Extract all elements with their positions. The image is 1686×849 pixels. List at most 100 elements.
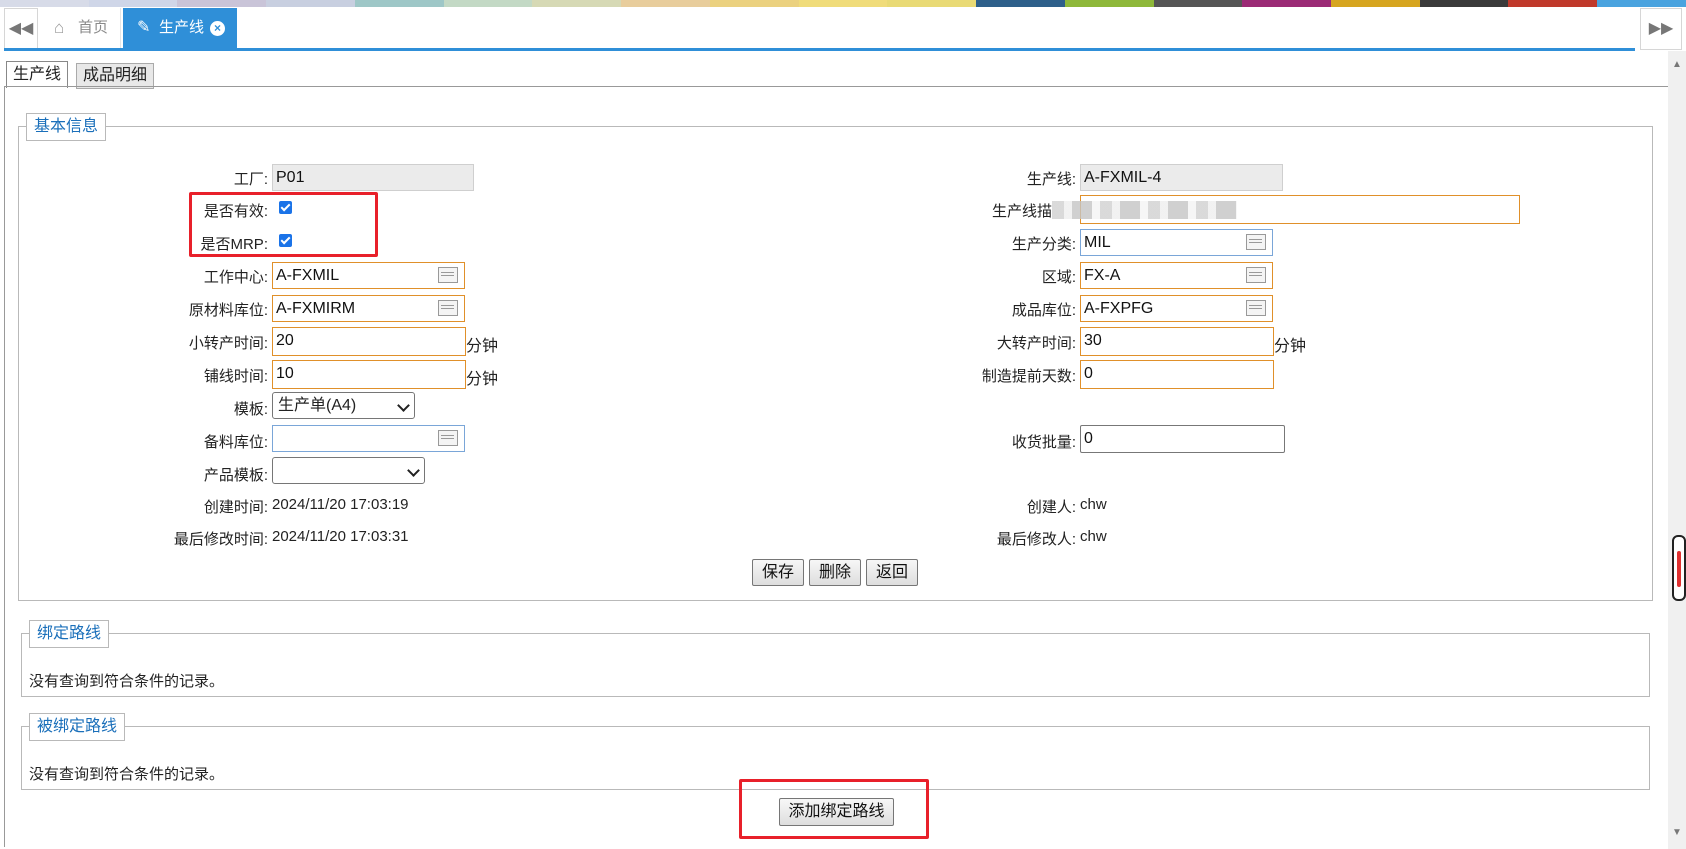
line-time-field[interactable]: 10 (272, 360, 466, 389)
delete-button[interactable]: 删除 (809, 559, 861, 586)
tab-scroll-left-button[interactable]: ◀◀ (4, 8, 38, 50)
color-strip-segment (887, 0, 977, 7)
production-line-field[interactable]: A-FXMIL-4 (1080, 164, 1283, 191)
raw-location-value: A-FXMIRM (276, 300, 356, 317)
factory-field[interactable]: P01 (272, 164, 474, 191)
modifier-value: chw (1080, 528, 1107, 545)
color-strip-segment (443, 0, 533, 7)
lookup-icon[interactable] (1246, 267, 1266, 283)
tab-bar (0, 7, 1686, 51)
lookup-icon[interactable] (1246, 300, 1266, 316)
template-value: 生产单(A4) (278, 397, 357, 414)
subtab-production-line-label: 生产线 (13, 66, 62, 83)
fg-location-value: A-FXPFG (1084, 300, 1154, 317)
category-value: MIL (1084, 234, 1111, 251)
scrollbar-thumb-marker (1677, 551, 1681, 587)
fg-location-field[interactable]: A-FXPFG (1080, 295, 1273, 322)
lookup-icon[interactable] (1246, 234, 1266, 250)
color-strip-segment (1597, 0, 1686, 7)
factory-label: 工厂: (233, 171, 268, 188)
workcenter-label: 工作中心: (203, 269, 268, 286)
workcenter-field[interactable]: A-FXMIL (272, 262, 465, 289)
color-strip-segment (1331, 0, 1420, 7)
lookup-icon[interactable] (438, 300, 458, 316)
creator-label: 创建人: (1026, 499, 1076, 516)
lookup-icon[interactable] (438, 430, 458, 446)
creator-value: chw (1080, 496, 1107, 513)
line-desc-label: 生产线描 (991, 203, 1052, 220)
highlight-box (739, 779, 929, 839)
tab-production-line[interactable]: ✎ 生产线 × (123, 8, 237, 48)
color-strip-segment (1419, 0, 1509, 7)
color-strip-segment (1153, 0, 1243, 7)
color-strip-segment (1508, 0, 1598, 7)
lead-days-field[interactable]: 0 (1080, 360, 1274, 389)
tab-home-label: 首页 (78, 19, 109, 36)
raw-location-label: 原材料库位: (188, 302, 268, 319)
created-time-value: 2024/11/20 17:03:19 (272, 496, 409, 513)
category-field[interactable]: MIL (1080, 229, 1273, 256)
small-changeover-label: 小转产时间: (188, 335, 268, 352)
spare-location-field[interactable] (272, 425, 465, 452)
scroll-up-icon[interactable]: ▲ (1672, 59, 1682, 70)
big-changeover-field[interactable]: 30 (1080, 327, 1274, 356)
modified-time-label: 最后修改时间: (173, 531, 268, 548)
color-strip-segment (354, 0, 444, 7)
color-strip-segment (88, 0, 178, 7)
receive-batch-field[interactable]: 0 (1080, 425, 1285, 453)
area-field[interactable]: FX-A (1080, 262, 1273, 289)
small-changeover-unit: 分钟 (466, 338, 499, 355)
color-strip-segment (976, 0, 1065, 7)
color-strip-segment (709, 0, 799, 7)
edit-icon: ✎ (137, 19, 151, 36)
template-label: 模板: (233, 401, 268, 418)
home-icon: ⌂ (54, 18, 65, 37)
big-changeover-label: 大转产时间: (996, 335, 1076, 352)
raw-location-field[interactable]: A-FXMIRM (272, 295, 465, 322)
product-template-label: 产品模板: (203, 467, 268, 484)
color-strip-segment (1064, 0, 1154, 7)
close-circle-icon[interactable]: × (210, 21, 225, 36)
modified-time-value: 2024/11/20 17:03:31 (272, 528, 409, 545)
tab-underline (4, 48, 1635, 51)
lookup-icon[interactable] (438, 267, 458, 283)
scroll-down-icon[interactable]: ▼ (1672, 827, 1682, 838)
subtab-production-line[interactable]: 生产线 (6, 61, 69, 88)
double-left-arrow-icon: ◀◀ (8, 20, 34, 37)
color-strip-segment (266, 0, 355, 7)
color-strip-segment (798, 0, 888, 7)
scrollbar-thumb[interactable] (1672, 535, 1686, 601)
workcenter-value: A-FXMIL (276, 267, 340, 284)
color-strip-segment (1242, 0, 1332, 7)
created-time-label: 创建时间: (203, 499, 268, 516)
category-label: 生产分类: (1011, 236, 1076, 253)
fg-location-label: 成品库位: (1011, 302, 1076, 319)
highlight-box (189, 192, 378, 257)
vertical-scrollbar[interactable]: ▲ ▼ (1668, 51, 1686, 849)
tab-scroll-right-button[interactable]: ▶▶ (1640, 8, 1682, 50)
bound-by-routes-legend: 被绑定路线 (29, 713, 126, 741)
color-strip-segment (621, 0, 710, 7)
lead-days-label: 制造提前天数: (981, 368, 1076, 385)
subtab-product-detail-label: 成品明细 (83, 67, 148, 84)
small-changeover-field[interactable]: 20 (272, 327, 466, 356)
color-strip-segment (0, 0, 89, 7)
color-strip-segment (177, 0, 267, 7)
double-right-arrow-icon: ▶▶ (1648, 20, 1674, 37)
template-select[interactable]: 生产单(A4) (272, 392, 415, 419)
top-color-strip (0, 0, 1686, 7)
line-time-label: 铺线时间: (203, 368, 268, 385)
tab-home[interactable]: ⌂ 首页 (42, 8, 121, 48)
chevron-down-icon (407, 464, 420, 477)
receive-batch-label: 收货批量: (1011, 434, 1076, 451)
back-button[interactable]: 返回 (866, 559, 918, 586)
bound-routes-empty: 没有查询到符合条件的记录。 (29, 673, 225, 690)
line-time-unit: 分钟 (466, 371, 499, 388)
product-template-select[interactable] (272, 457, 425, 484)
chevron-down-icon (397, 399, 410, 412)
save-button[interactable]: 保存 (752, 559, 804, 586)
big-changeover-unit: 分钟 (1274, 338, 1307, 355)
color-strip-segment (532, 0, 622, 7)
area-label: 区域: (1041, 269, 1076, 286)
redacted-description (1052, 201, 1237, 219)
